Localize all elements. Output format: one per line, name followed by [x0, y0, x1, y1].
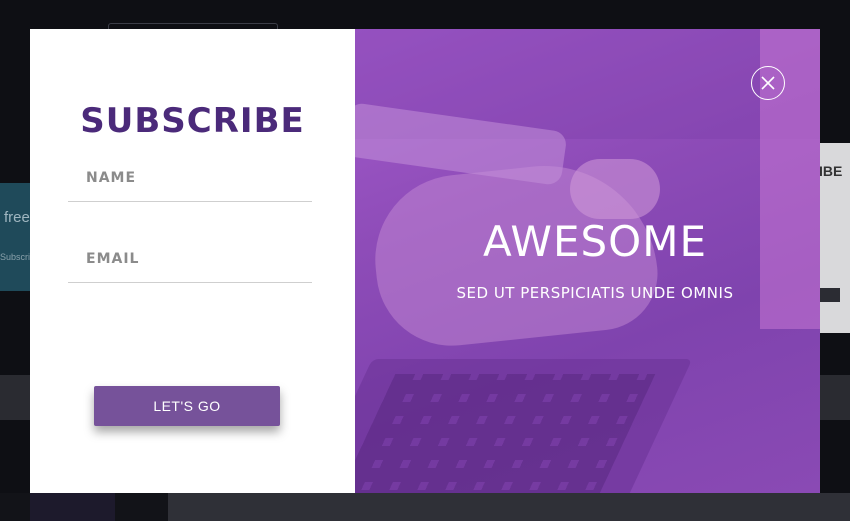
background-right-bar — [820, 288, 840, 302]
background-teal-banner — [0, 183, 30, 291]
name-field-wrapper — [68, 155, 312, 202]
promo-subheadline: SED UT PERSPICIATIS UNDE OMNIS — [456, 284, 734, 302]
email-input[interactable] — [68, 236, 312, 282]
lets-go-button[interactable]: LET'S GO — [94, 386, 280, 426]
finger-shape — [570, 159, 660, 219]
promo-headline: AWESOME — [483, 217, 707, 266]
close-icon — [761, 76, 775, 90]
background-banner-text: free — [4, 209, 30, 226]
background-thumbnail — [30, 493, 115, 521]
subscribe-form-panel: SUBSCRIBE LET'S GO — [30, 29, 355, 493]
modal-title: SUBSCRIBE — [80, 101, 305, 141]
close-button[interactable] — [751, 66, 785, 100]
background-banner-small-text: Subscri — [0, 252, 31, 262]
subscribe-modal: SUBSCRIBE LET'S GO AWESOME SED UT PERSPI… — [30, 29, 820, 493]
name-input[interactable] — [68, 155, 312, 201]
background-right-text: IBE — [819, 163, 843, 179]
promo-image-panel: AWESOME SED UT PERSPICIATIS UNDE OMNIS — [355, 29, 820, 493]
background-bottom-bar — [168, 493, 850, 521]
email-field-wrapper — [68, 236, 312, 283]
